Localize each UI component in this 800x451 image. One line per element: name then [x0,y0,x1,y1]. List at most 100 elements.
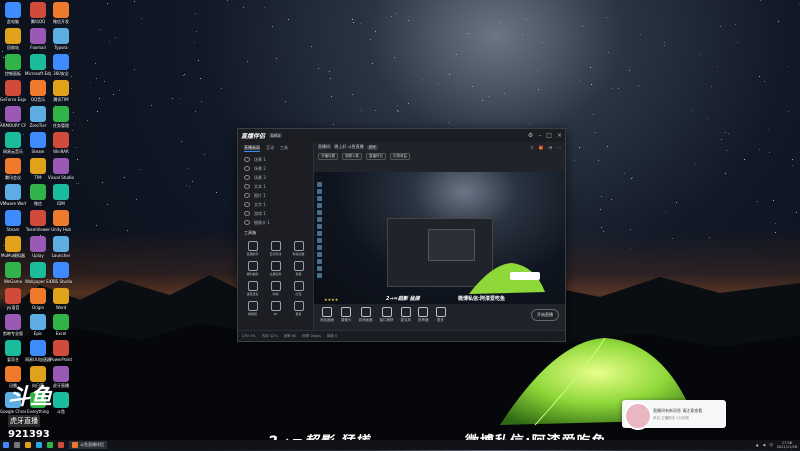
minimize-icon[interactable]: – [538,132,541,139]
room-info-item[interactable]: 开播设置 [318,152,338,160]
desktop-icon[interactable]: 网易云音乐 [0,132,26,154]
desktop-icon[interactable]: OBS Studio [48,262,74,284]
edge-icon[interactable] [36,442,42,448]
desktop-icon[interactable]: WinRAR [48,132,74,154]
scene-item[interactable]: 游戏 1 [238,209,313,218]
desktop-icon[interactable]: Excel [48,314,74,336]
scene-item[interactable]: 文本 1 [238,182,313,191]
desktop-icon[interactable]: GeForce Experience [0,80,26,102]
scene-item[interactable]: 摄像头 1 [238,218,313,227]
folder-icon[interactable] [25,442,31,448]
tool-button[interactable]: PK [265,301,286,316]
stream-preview[interactable]: ★★★★ 2→=超影 猛搓 微博私信:阿漆爱吃鱼 [314,172,565,304]
desktop-icon[interactable]: Typora [48,28,74,50]
share-icon[interactable]: ⇪ [530,145,533,150]
live-streaming-window[interactable]: 直播伴侣 beta ⚙ – □ × 直播画面 互动 工具 场景 1 场景 2 场景 3 文… [237,128,566,342]
more-icon[interactable]: ⋯ [557,145,561,150]
control-button[interactable]: 更多 [435,306,446,323]
tool-button[interactable]: 互动玩法 [265,241,286,256]
go-live-button[interactable]: 开始直播 [531,308,559,321]
clock[interactable]: 17:58 2021/11/26 [777,441,797,449]
scene-item[interactable]: 场景 2 [238,164,313,173]
control-button[interactable]: 麦克风 [401,306,411,323]
room-tag[interactable]: 游戏 [366,144,378,150]
tool-button[interactable]: 投票 [288,261,309,276]
ime-indicator[interactable]: 中 [769,443,773,448]
network-icon[interactable]: ▲ [756,443,759,447]
desktop-icon[interactable]: Visual Studio Code [48,158,74,180]
search-icon[interactable] [14,442,20,448]
eye-icon[interactable] [244,220,250,225]
scene-item[interactable]: 图片 1 [238,191,313,200]
eye-icon[interactable] [244,157,250,162]
control-button[interactable]: 添加画面 [320,306,334,323]
desktop-icon[interactable]: WeGame [0,262,26,284]
tool-button[interactable]: 弹幕姬 [242,301,263,316]
desktop-icon[interactable]: 剪映专业版 [0,314,26,336]
tool-button[interactable]: 语音连麦 [242,281,263,296]
desktop-icon[interactable]: Unity Hub [48,210,74,232]
desktop-icon[interactable]: VMware Workstation [0,184,26,206]
eye-icon[interactable] [244,175,250,180]
tool-button[interactable]: 商城 [265,281,286,296]
scene-item[interactable]: 文字 1 [238,200,313,209]
desktop-icon[interactable]: Steam [0,210,26,232]
tool-button[interactable]: 直播助手 [242,241,263,256]
tool-button[interactable]: 更多 [288,301,309,316]
tool-button[interactable]: 主播任务 [265,261,286,276]
desktop-icon[interactable]: 腾讯会议 [0,158,26,180]
eye-icon[interactable] [244,211,250,216]
control-button[interactable]: 摄像头 [341,306,352,323]
room-info-item[interactable]: 观看人数 [342,152,362,160]
room-title[interactable]: 晚上好 斗鱼直播 [334,144,363,150]
app-icon [5,158,21,174]
scene-label: 游戏 1 [254,210,266,216]
desktop-icon[interactable]: MuMu模拟器 [0,236,26,258]
taskbar-active-app[interactable]: 斗鱼直播伴侣 [69,441,107,449]
room-info-item[interactable]: 礼物收益 [390,152,410,160]
room-info-item[interactable]: 直播时长 [366,152,386,160]
desktop-icon[interactable]: 此电脑 [0,2,26,24]
desktop-icon[interactable]: 微信开发 [48,2,74,24]
notification-popup[interactable]: 直播间有新消息 请注意查看 来自 主播助手 2分钟前 [622,400,726,430]
desktop-icon[interactable]: 腾讯TIM [48,80,74,102]
maximize-icon[interactable]: □ [546,132,552,139]
panel-tab[interactable]: 直播画面 [244,145,260,152]
start-icon[interactable] [3,442,9,448]
desktop-icon[interactable]: 回收站 [0,28,26,50]
desktop-icon[interactable]: Launcher [48,236,74,258]
close-icon[interactable]: × [557,132,562,139]
scene-item[interactable]: 场景 3 [238,173,313,182]
bell-icon[interactable]: ◔ [549,145,553,150]
tool-button[interactable]: 红包 [288,281,309,296]
desktop-icon[interactable]: Word [48,288,74,310]
control-button[interactable]: 游戏画面 [359,306,373,323]
app-icon[interactable] [58,442,64,448]
eye-icon[interactable] [244,202,250,207]
desktop-icon[interactable]: 控制面板 [0,54,26,76]
eye-icon[interactable] [244,166,250,171]
chrome-icon[interactable] [47,442,53,448]
desktop-icon[interactable]: 爱奇艺 [0,340,26,362]
desktop-icon[interactable]: PowerPoint [48,340,74,362]
control-button[interactable]: 窗口捕获 [380,306,394,323]
tool-button[interactable]: 粉丝勋章 [288,241,309,256]
panel-tab[interactable]: 互动 [266,145,274,152]
scene-item[interactable]: 场景 1 [238,155,313,164]
desktop-icon[interactable]: yy语音 [0,288,26,310]
desktop-icon[interactable]: ARMOURY CRATE [0,106,26,128]
control-button[interactable]: 扬声器 [418,306,429,323]
desktop-icon[interactable]: 360安全 [48,54,74,76]
eye-icon[interactable] [244,193,250,198]
volume-icon[interactable]: ◀ [763,443,766,447]
panel-tab[interactable]: 工具 [280,145,288,152]
eye-icon[interactable] [244,184,250,189]
tool-icon [293,281,304,291]
gift-icon[interactable]: 🎁 [539,145,544,150]
settings-icon[interactable]: ⚙ [528,132,533,139]
main-area: 直播间: 晚上好 斗鱼直播 游戏 ⇪ 🎁 ◔ ⋯ 开播设置 观看人数 直播时长 礼物收… [314,142,565,331]
tool-button[interactable]: 福利抽奖 [242,261,263,276]
desktop-icon[interactable]: IDM [48,184,74,206]
window-titlebar[interactable]: 直播伴侣 beta ⚙ – □ × [238,129,565,142]
desktop-icon[interactable]: 任务管理 [48,106,74,128]
